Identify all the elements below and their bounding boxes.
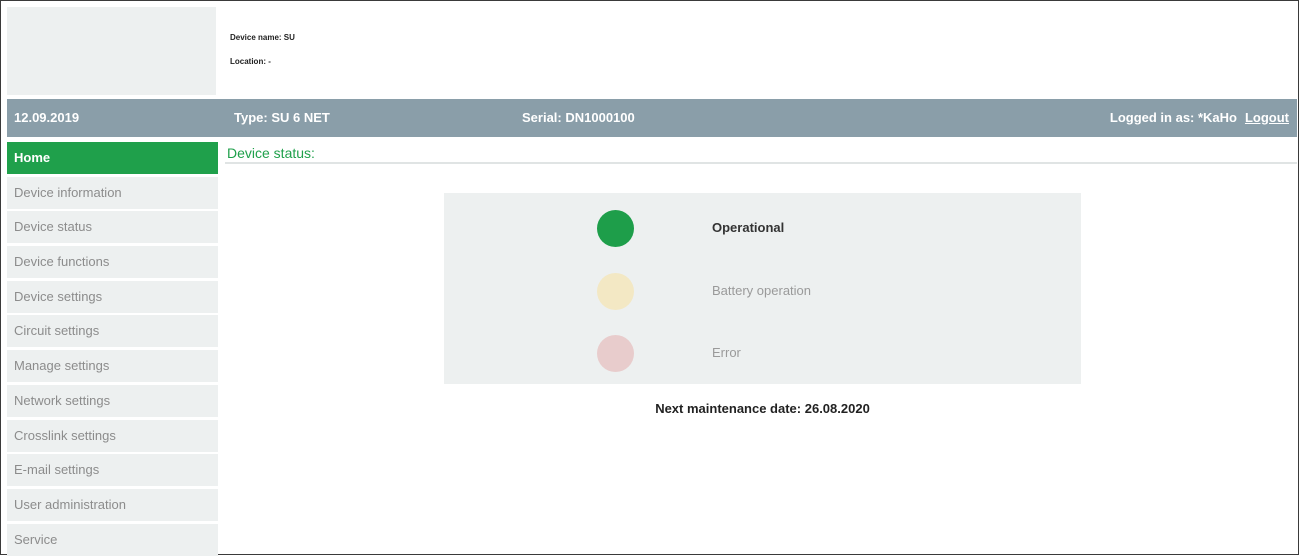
device-name: Device name: SU [230,33,295,42]
sidebar-item-manage-settings[interactable]: Manage settings [7,350,218,383]
sidebar-item-email-settings[interactable]: E-mail settings [7,454,218,487]
sidebar-item-service[interactable]: Service [7,523,218,556]
page-title: Device status: [227,145,315,161]
sidebar-item-circuit-settings[interactable]: Circuit settings [7,315,218,348]
status-panel: Operational Battery operation Error [444,193,1081,384]
current-date: 12.09.2019 [14,110,80,125]
device-type: Type: SU 6 NET [234,110,330,125]
device-info: Device name: SU Location: - [230,33,295,81]
sidebar-item-device-settings[interactable]: Device settings [7,280,218,313]
logged-in-user: Logged in as: *KaHo [1109,110,1237,125]
sidebar-nav: Home Device information Device status De… [7,142,218,558]
title-divider [225,162,1297,164]
maintenance-date: Next maintenance date: 26.08.2020 [655,401,870,416]
operational-label: Operational [712,220,785,235]
device-location: Location: - [230,57,271,66]
sidebar-item-device-information[interactable]: Device information [7,176,218,209]
battery-status-icon [597,273,634,310]
sidebar-item-home[interactable]: Home [7,142,218,174]
top-bar: 12.09.2019 Type: SU 6 NET Serial: DN1000… [7,99,1297,137]
sidebar-item-user-administration[interactable]: User administration [7,488,218,521]
error-status-icon [597,335,634,372]
battery-label: Battery operation [712,283,812,298]
sidebar-item-device-functions[interactable]: Device functions [7,246,218,279]
error-label: Error [712,345,741,360]
device-serial: Serial: DN1000100 [522,110,635,125]
logout-link[interactable]: Logout [1245,110,1289,125]
sidebar-item-crosslink-settings[interactable]: Crosslink settings [7,419,218,452]
sidebar-item-network-settings[interactable]: Network settings [7,384,218,417]
logo-area [7,7,216,95]
sidebar-item-device-status[interactable]: Device status [7,211,218,244]
operational-status-icon [597,210,634,247]
